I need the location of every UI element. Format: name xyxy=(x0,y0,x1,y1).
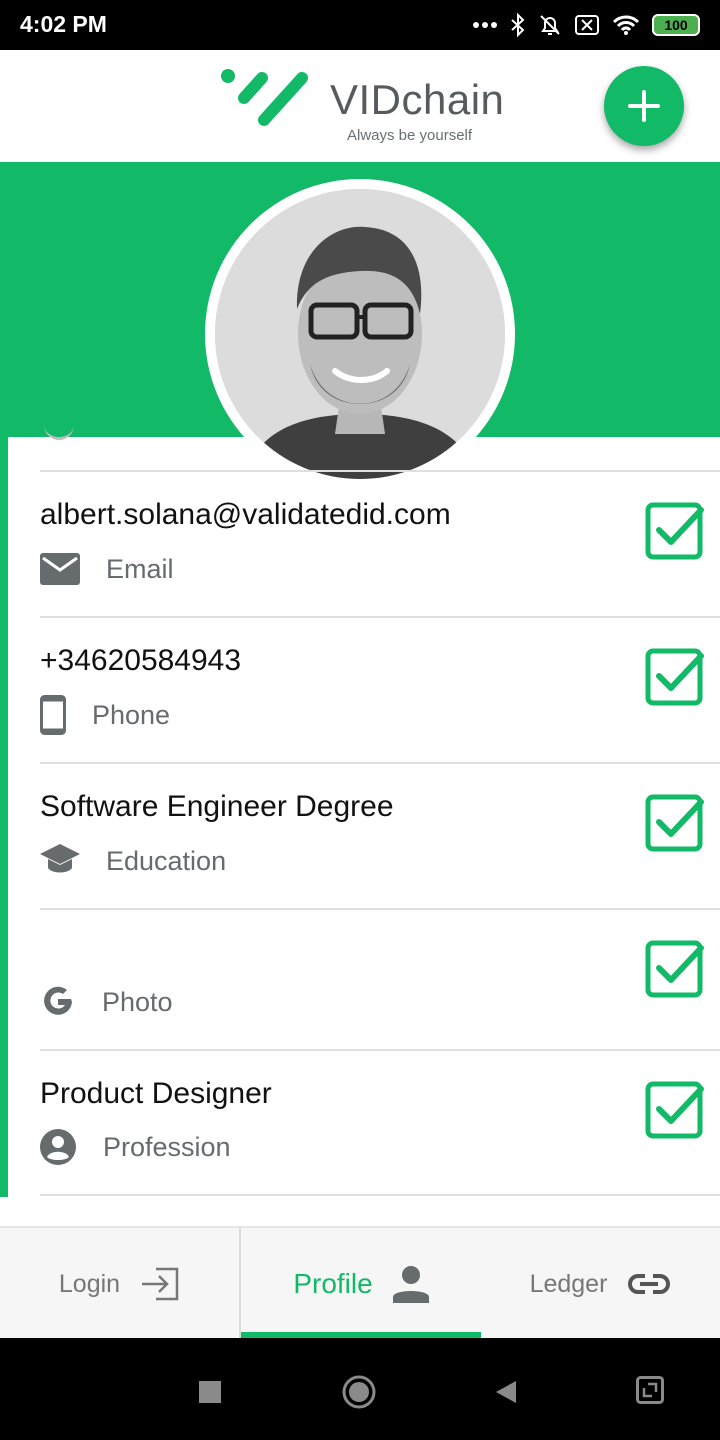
list-divider xyxy=(40,908,720,910)
credential-value: Product Designer xyxy=(40,1077,272,1110)
home-icon[interactable] xyxy=(341,1374,377,1410)
credential-value: +34620584943 xyxy=(40,644,242,677)
profile-avatar[interactable] xyxy=(205,179,515,489)
nav-tab-label: Ledger xyxy=(529,1269,608,1298)
nav-tab-profile[interactable]: Profile xyxy=(241,1228,481,1340)
status-icons: 100 xyxy=(472,10,700,40)
list-divider xyxy=(40,762,720,764)
add-credential-button[interactable] xyxy=(604,66,684,146)
checkbox-checked-icon xyxy=(645,940,704,998)
nav-tab-login[interactable]: Login xyxy=(0,1228,239,1340)
list-divider xyxy=(40,1049,720,1051)
app-tagline: Always be yourself xyxy=(347,127,473,144)
battery-level: 100 xyxy=(664,17,688,33)
sim-off-icon xyxy=(575,15,599,35)
battery-icon: 100 xyxy=(652,14,700,36)
wifi-icon xyxy=(612,15,640,35)
google-icon xyxy=(44,986,72,1015)
list-divider xyxy=(40,470,720,472)
person-photo-illustration xyxy=(215,189,505,479)
vidchain-logo-icon xyxy=(221,69,308,126)
nav-tab-label: Login xyxy=(58,1269,121,1298)
system-navigation-bar xyxy=(0,1338,720,1440)
app-name: VIDchain xyxy=(330,76,505,123)
phone-icon xyxy=(40,695,66,735)
credential-value: Software Engineer Degree xyxy=(40,790,394,823)
login-icon xyxy=(142,1267,179,1301)
checkbox-checked-icon xyxy=(645,1081,704,1139)
bottom-navigation: Login Profile Ledger xyxy=(0,1226,720,1340)
credential-type: Phone xyxy=(92,700,171,730)
checkbox-checked-icon xyxy=(645,648,704,706)
person-icon xyxy=(392,1266,429,1303)
hidden-item-icon xyxy=(44,420,74,440)
more-dots-icon xyxy=(473,22,497,28)
email-icon xyxy=(40,553,80,585)
screen-rotate-icon[interactable] xyxy=(636,1376,664,1404)
checkbox-checked-icon xyxy=(645,794,704,852)
app-header: VIDchain Always be yourself xyxy=(0,50,720,162)
bluetooth-icon xyxy=(511,13,525,37)
app-screen: 4:02 PM 100 VIDchain Always be yourself xyxy=(0,0,720,1440)
credential-type: Education xyxy=(106,846,227,876)
back-icon[interactable] xyxy=(494,1380,518,1404)
link-icon xyxy=(628,1274,671,1294)
credential-type: Photo xyxy=(102,987,173,1017)
status-time: 4:02 PM xyxy=(20,11,107,37)
credential-value: albert.solana@validatedid.com xyxy=(40,498,451,531)
account-circle-icon xyxy=(40,1129,76,1165)
nav-tab-ledger[interactable]: Ledger xyxy=(481,1228,720,1340)
checkbox-checked-icon xyxy=(645,502,704,560)
recent-apps-icon[interactable] xyxy=(199,1381,221,1403)
status-bar: 4:02 PM 100 xyxy=(0,0,720,50)
credential-type: Email xyxy=(106,554,174,584)
bell-off-icon xyxy=(540,15,560,35)
nav-tab-label: Profile xyxy=(293,1268,373,1299)
list-divider xyxy=(40,616,720,618)
list-divider xyxy=(40,1194,720,1196)
profile-photo xyxy=(215,189,505,479)
accent-stripe xyxy=(0,437,8,1197)
plus-icon xyxy=(628,90,660,122)
credential-type: Profession xyxy=(103,1132,231,1162)
graduation-cap-icon xyxy=(40,844,80,873)
